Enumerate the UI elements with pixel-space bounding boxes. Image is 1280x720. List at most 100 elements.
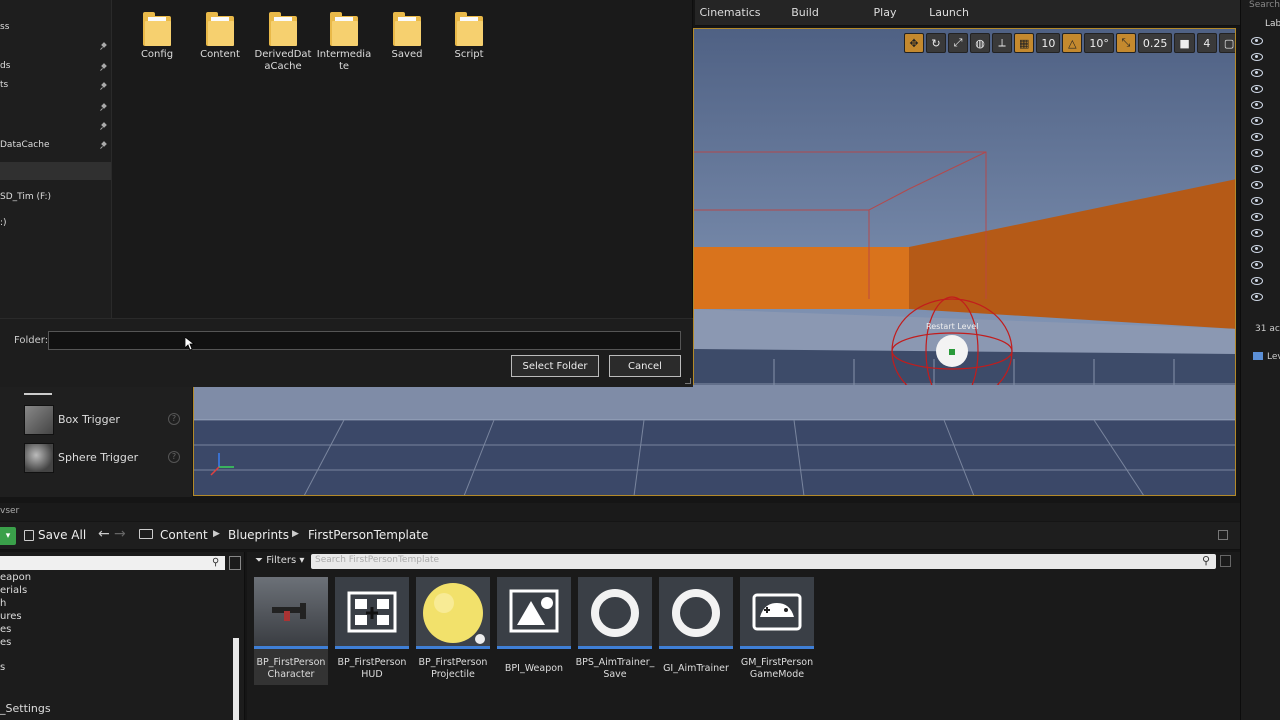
visibility-eye-icon[interactable] <box>1251 245 1263 253</box>
place-item-sphere-trigger[interactable]: Sphere Trigger ? <box>24 443 184 473</box>
place-item-box-trigger[interactable]: Box Trigger ? <box>24 405 184 435</box>
asset-bp-firstperson-hud[interactable]: BP_FirstPerson HUD <box>335 577 409 685</box>
pin-icon[interactable] <box>100 123 107 130</box>
tree-item-settings[interactable]: _Settings <box>0 702 51 715</box>
tree-item[interactable]: ures <box>0 611 22 622</box>
resize-grip-icon[interactable] <box>685 378 691 384</box>
visibility-eye-icon[interactable] <box>1251 181 1263 189</box>
pin-icon[interactable] <box>100 43 107 50</box>
translate-tool-icon[interactable]: ✥ <box>904 33 924 53</box>
asset-bps-aimtrainer-save[interactable]: BPS_AimTrainer_ Save <box>576 577 654 685</box>
folder-saved[interactable]: Saved <box>378 12 436 61</box>
folder-deriveddatacache[interactable]: DerivedDataCache <box>254 12 312 73</box>
tree-item[interactable]: eapon <box>0 572 31 583</box>
pin-icon[interactable] <box>100 104 107 111</box>
pin-icon[interactable] <box>100 142 107 149</box>
nav-item[interactable]: ds <box>0 61 10 71</box>
asset-gi-aimtrainer[interactable]: GI_AimTrainer <box>659 577 733 685</box>
level-label[interactable]: Lev <box>1267 352 1280 362</box>
level-viewport-lower[interactable] <box>193 385 1236 496</box>
visibility-eye-icon[interactable] <box>1251 69 1263 77</box>
lock-icon[interactable] <box>1218 530 1228 540</box>
visibility-eye-icon[interactable] <box>1251 85 1263 93</box>
nav-item[interactable]: :) <box>0 218 7 228</box>
visibility-eye-icon[interactable] <box>1251 53 1263 61</box>
help-icon[interactable]: ? <box>168 451 180 463</box>
tree-item[interactable]: erials <box>0 585 27 596</box>
asset-bp-firstperson-character[interactable]: BP_FirstPerson Character <box>254 577 328 685</box>
visibility-eye-icon[interactable] <box>1251 101 1263 109</box>
tree-item[interactable]: es <box>0 624 11 635</box>
select-folder-button[interactable]: Select Folder <box>511 355 599 377</box>
visibility-eye-icon[interactable] <box>1251 277 1263 285</box>
nav-item[interactable]: ts <box>0 80 8 90</box>
forward-arrow-icon[interactable]: → <box>114 526 126 542</box>
tree-item[interactable]: es <box>0 637 11 648</box>
add-new-button[interactable]: ▾ <box>0 527 16 545</box>
tree-item[interactable]: h <box>0 598 6 609</box>
rotation-snap-icon[interactable]: △ <box>1062 33 1083 53</box>
nav-item[interactable]: ss <box>0 22 9 32</box>
breadcrumb-content[interactable]: Content <box>160 528 208 542</box>
view-options-icon[interactable] <box>229 556 241 570</box>
folder-content[interactable]: Content <box>191 12 249 61</box>
folder-config[interactable]: Config <box>128 12 186 61</box>
asset-view-options-icon[interactable] <box>1220 555 1231 567</box>
breadcrumb-firstpersontemplate[interactable]: FirstPersonTemplate <box>308 528 428 542</box>
asset-bpi-weapon[interactable]: BPI_Weapon <box>497 577 571 685</box>
nav-item-drive[interactable]: SD_Tim (F:) <box>0 192 51 202</box>
breadcrumb-chevron-icon[interactable]: ▶ <box>213 529 220 539</box>
folder-intermediate[interactable]: Intermediate <box>315 12 373 73</box>
visibility-eye-icon[interactable] <box>1251 213 1263 221</box>
folder-input[interactable] <box>48 331 681 350</box>
pin-icon[interactable] <box>100 64 107 71</box>
folder-name: Saved <box>391 49 423 60</box>
play-button[interactable]: Play <box>865 0 905 26</box>
camera-speed-icon[interactable]: ■ <box>1174 33 1195 53</box>
build-button[interactable]: Build <box>785 0 825 26</box>
folder-script[interactable]: Script <box>440 12 498 61</box>
filters-button[interactable]: ⏷ Filters ▾ <box>255 555 304 566</box>
asset-gm-firstperson-gamemode[interactable]: GM_FirstPerson GameMode <box>740 577 814 685</box>
launch-button[interactable]: Launch <box>927 0 971 26</box>
visibility-eye-icon[interactable] <box>1251 197 1263 205</box>
rotation-snap-value[interactable]: 10° <box>1084 33 1114 53</box>
visibility-eye-icon[interactable] <box>1251 149 1263 157</box>
content-browser-tab[interactable]: vser <box>0 506 19 516</box>
pin-icon[interactable] <box>100 83 107 90</box>
nav-item[interactable]: DataCache <box>0 140 49 150</box>
visibility-eye-icon[interactable] <box>1251 133 1263 141</box>
scale-snap-icon[interactable]: ⤡ <box>1115 33 1136 53</box>
ring-icon <box>659 577 733 649</box>
tree-item[interactable]: s <box>0 662 5 673</box>
camera-speed-value[interactable]: 4 <box>1196 33 1217 53</box>
breadcrumb-blueprints[interactable]: Blueprints <box>228 528 289 542</box>
tree-scrollbar[interactable] <box>233 638 239 720</box>
outliner-search-placeholder[interactable]: Search <box>1249 0 1280 10</box>
outliner-label-tab[interactable]: Lab <box>1265 19 1280 29</box>
rotate-tool-icon[interactable]: ↻ <box>926 33 946 53</box>
help-icon[interactable]: ? <box>168 413 180 425</box>
visibility-eye-icon[interactable] <box>1251 117 1263 125</box>
asset-search-input[interactable]: Search FirstPersonTemplate ⚲ <box>311 554 1216 569</box>
scale-tool-icon[interactable]: ⤢ <box>948 33 968 53</box>
nav-selected-row[interactable] <box>0 162 111 180</box>
visibility-eye-icon[interactable] <box>1251 37 1263 45</box>
visibility-eye-icon[interactable] <box>1251 261 1263 269</box>
world-space-icon[interactable]: ◍ <box>970 33 990 53</box>
back-arrow-icon[interactable]: ← <box>98 526 110 542</box>
cancel-button[interactable]: Cancel <box>609 355 681 377</box>
visibility-eye-icon[interactable] <box>1251 165 1263 173</box>
save-all-button[interactable]: Save All <box>38 528 86 542</box>
grid-snap-value[interactable]: 10 <box>1036 33 1061 53</box>
asset-bp-firstperson-projectile[interactable]: BP_FirstPerson Projectile <box>416 577 490 685</box>
breadcrumb-chevron-icon[interactable]: ▶ <box>292 529 299 539</box>
maximize-viewport-icon[interactable]: ▢ <box>1218 33 1235 53</box>
scale-snap-value[interactable]: 0.25 <box>1137 33 1173 53</box>
cinematics-button[interactable]: Cinematics <box>695 0 765 26</box>
sources-search-input[interactable] <box>0 556 225 570</box>
surface-snap-icon[interactable]: ⟂ <box>992 33 1012 53</box>
visibility-eye-icon[interactable] <box>1251 229 1263 237</box>
grid-snap-icon[interactable]: ▦ <box>1014 33 1035 53</box>
visibility-eye-icon[interactable] <box>1251 293 1263 301</box>
